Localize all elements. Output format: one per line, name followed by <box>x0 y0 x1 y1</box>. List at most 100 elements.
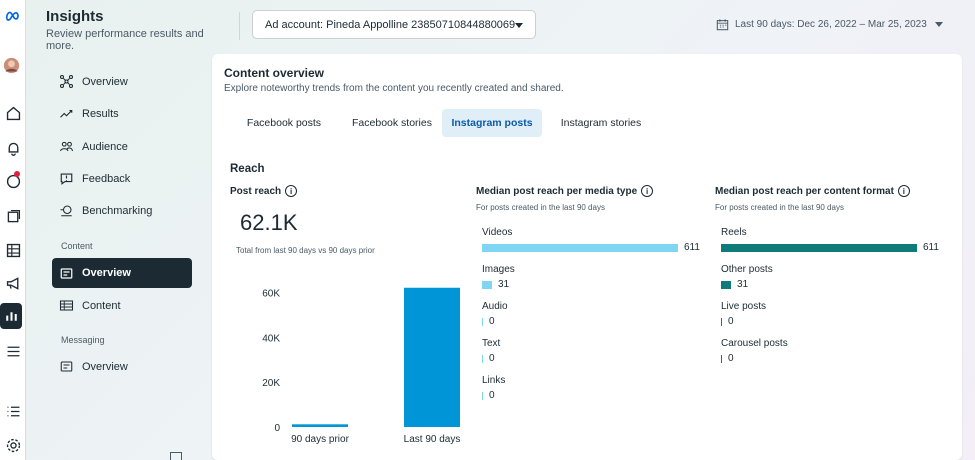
sidebar-item-label: Results <box>82 107 119 120</box>
bar-row: 31 <box>721 279 748 290</box>
sidebar-item-label: Audience <box>82 140 128 153</box>
overview-icon <box>60 361 73 372</box>
tab-instagram-posts[interactable]: Instagram posts <box>442 109 542 137</box>
tab-facebook-stories[interactable]: Facebook stories <box>338 109 446 137</box>
content-format-title: Median post reach per content format i <box>715 185 910 197</box>
divider <box>239 12 240 40</box>
chevron-down-icon <box>515 23 523 28</box>
page-subtitle: Review performance results and more. <box>46 28 204 52</box>
section-header-content: Content <box>61 241 93 251</box>
sidebar-item-feedback[interactable]: Feedback <box>52 164 192 193</box>
bar-value-label: 611 <box>684 242 700 253</box>
settings-icon[interactable] <box>0 432 26 458</box>
messages-icon[interactable] <box>0 168 26 194</box>
grid-icon[interactable] <box>0 237 26 263</box>
bar-row: 611 <box>482 242 700 253</box>
collapse-sidebar-icon[interactable] <box>170 452 182 460</box>
trend-icon <box>60 109 73 118</box>
info-icon[interactable]: i <box>641 185 654 197</box>
bar <box>721 243 917 252</box>
app-rail <box>0 0 26 460</box>
bar-category-label: Live posts <box>721 301 767 312</box>
sidebar-item-audience[interactable]: Audience <box>52 132 192 161</box>
content-format-caption: For posts created in the last 90 days <box>715 203 844 212</box>
bar-row: 0 <box>482 390 495 401</box>
avatar[interactable] <box>0 52 24 78</box>
sidebar-item-label: Overview <box>82 75 128 88</box>
bar-category-label: Reels <box>721 227 747 238</box>
speech-bubble-icon <box>60 173 73 185</box>
tab-instagram-stories[interactable]: Instagram stories <box>548 109 654 137</box>
sidebar-item-content[interactable]: Content <box>52 291 192 320</box>
bar-value-label: 0 <box>728 316 734 327</box>
media-type-title-text: Median post reach per media type <box>476 185 638 197</box>
sidebar-item-overview[interactable]: Overview <box>52 67 192 96</box>
content-overview-card: Content overview Explore noteworthy tren… <box>212 54 962 460</box>
y-tick-label: 60K <box>262 288 280 299</box>
bar-value-label: 0 <box>489 316 495 327</box>
bar-row: 0 <box>482 353 495 364</box>
meta-logo-icon[interactable] <box>0 2 26 28</box>
bell-icon[interactable] <box>0 135 26 161</box>
sidebar-item-label: Overview <box>82 360 128 373</box>
bar-value-label: 0 <box>489 390 495 401</box>
ad-account-selector[interactable]: Ad account: Pineda Appolline 23850710844… <box>252 10 536 39</box>
sidebar-item-results[interactable]: Results <box>52 99 192 128</box>
sitemap-icon <box>59 74 74 89</box>
bar-category-label: Carousel posts <box>721 338 788 349</box>
bar-value-label: 31 <box>737 279 749 290</box>
overview-icon <box>60 267 73 279</box>
bar <box>721 280 731 289</box>
page-title: Insights <box>46 8 104 25</box>
chevron-down-icon <box>934 22 943 27</box>
bar-row: 0 <box>721 353 734 364</box>
post-reach-label: Post reach i <box>230 185 298 197</box>
people-icon <box>59 141 74 152</box>
bar-value-label: 611 <box>923 242 939 253</box>
date-range-picker[interactable]: Last 90 days: Dec 26, 2022 – Mar 25, 202… <box>716 18 943 31</box>
post-reach-text: Post reach <box>230 185 282 197</box>
megaphone-icon[interactable] <box>0 270 26 296</box>
post-reach-value: 62.1K <box>240 210 298 235</box>
pages-icon[interactable] <box>0 203 26 229</box>
card-subtitle: Explore noteworthy trends from the conte… <box>224 83 564 94</box>
home-icon[interactable] <box>0 100 26 126</box>
menu-icon[interactable] <box>0 338 26 364</box>
calendar-icon <box>716 19 729 31</box>
y-tick-label: 40K <box>262 333 280 344</box>
sidebar-item-label: Content <box>82 299 121 312</box>
info-icon[interactable]: i <box>897 185 910 197</box>
bar <box>721 354 722 363</box>
date-range-label: Last 90 days: Dec 26, 2022 – Mar 25, 202… <box>735 19 927 30</box>
bar-row: 611 <box>721 242 939 253</box>
bar <box>482 391 483 400</box>
post-reach-chart: 0 20K 40K 60K 90 days prior Last 90 days <box>262 287 460 445</box>
bar-category-label: Links <box>482 375 506 386</box>
media-type-caption: For posts created in the last 90 days <box>476 203 605 212</box>
bar-value-label: 0 <box>728 353 734 364</box>
sidebar-item-label: Benchmarking <box>82 204 153 217</box>
sidebar: Insights Review performance results and … <box>26 0 212 460</box>
bar-value-label: 31 <box>498 279 510 290</box>
y-tick-label: 20K <box>262 378 280 389</box>
media-type-title: Median post reach per media type i <box>476 185 654 197</box>
sidebar-item-label: Overview <box>82 267 131 279</box>
bar <box>404 287 460 427</box>
sidebar-item-benchmarking[interactable]: Benchmarking <box>52 196 192 225</box>
insights-icon[interactable] <box>0 303 22 329</box>
ad-account-label: Ad account: Pineda Appolline 23850710844… <box>265 18 516 31</box>
tab-facebook-posts[interactable]: Facebook posts <box>230 109 338 137</box>
bar-row: 31 <box>482 279 509 290</box>
list-icon[interactable] <box>0 398 26 424</box>
bar <box>482 243 678 252</box>
section-title: Reach <box>230 163 265 175</box>
table-icon <box>59 300 74 311</box>
sidebar-item-messaging-overview[interactable]: Overview <box>52 352 192 381</box>
section-header-messaging: Messaging <box>61 335 105 345</box>
info-icon[interactable]: i <box>285 185 298 197</box>
bar <box>482 317 483 326</box>
sidebar-item-content-overview[interactable]: Overview <box>52 258 192 288</box>
bar-category-label: Other posts <box>721 264 773 275</box>
bar <box>292 424 348 427</box>
y-tick-label: 0 <box>274 423 280 434</box>
